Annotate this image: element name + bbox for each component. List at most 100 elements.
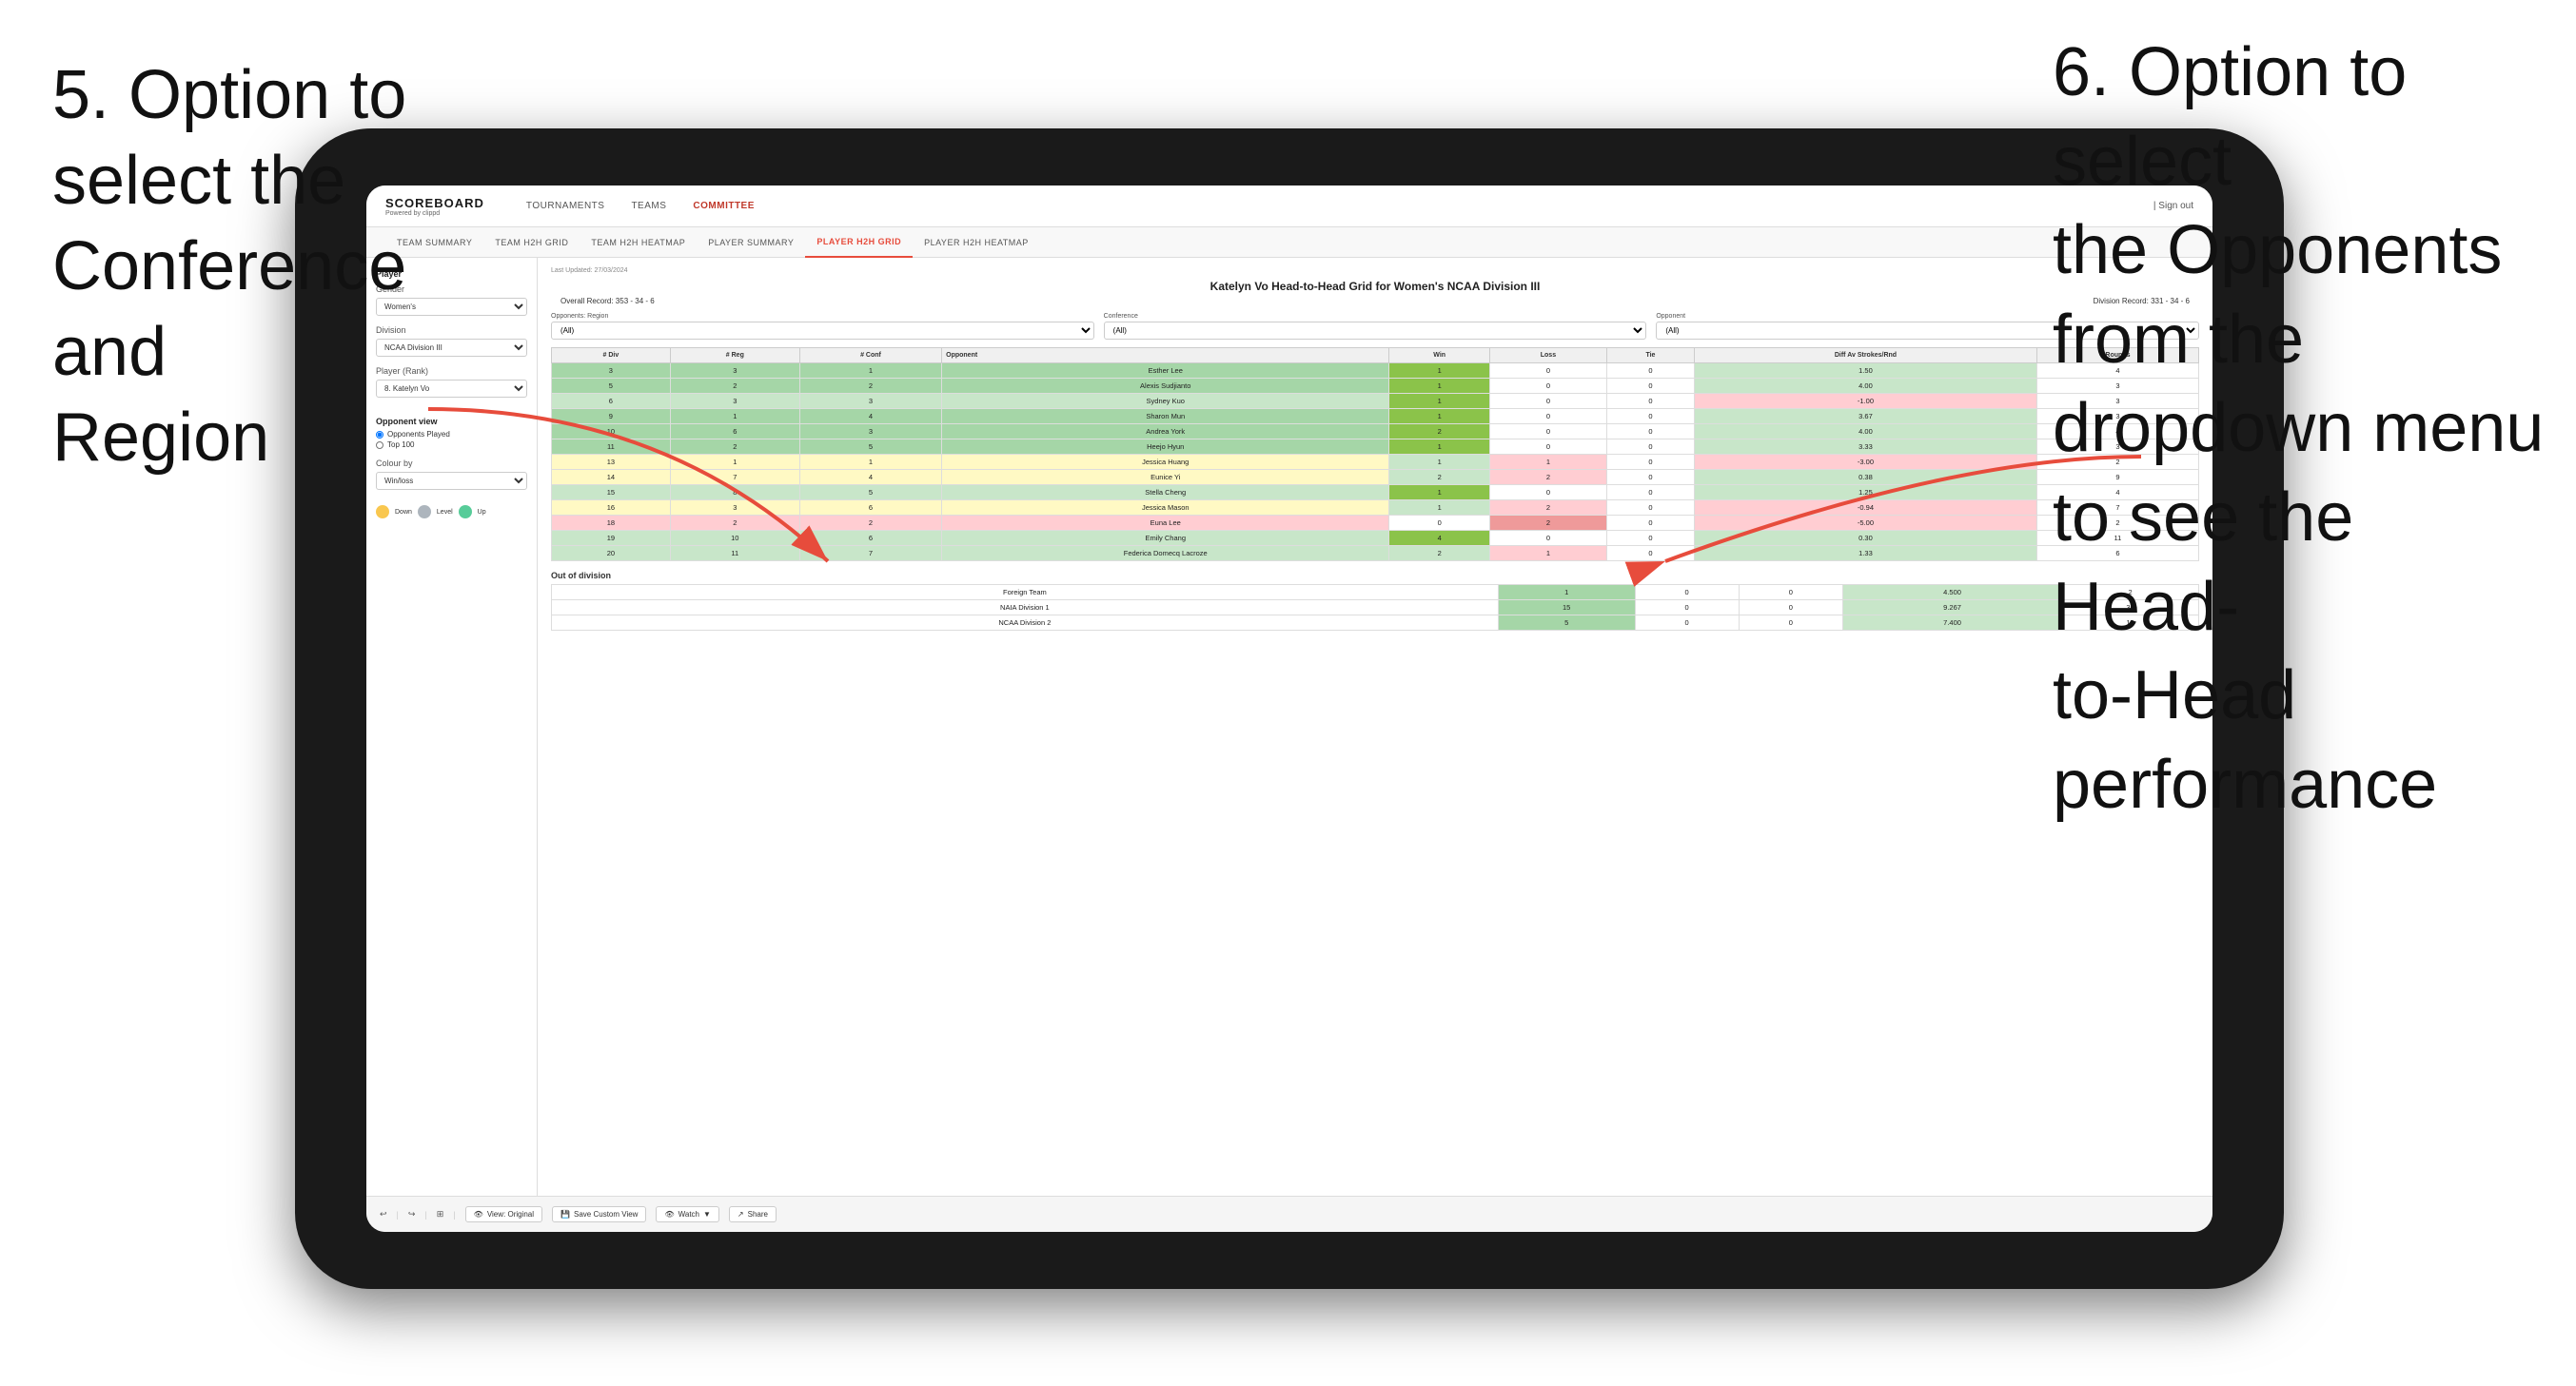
td-diff: 1.25: [1695, 485, 2037, 500]
filter-row: Opponents: Region (All) Conference (All): [551, 313, 2199, 340]
nav-committee[interactable]: COMMITTEE: [679, 185, 768, 227]
annotation-left: 5. Option to select the Conference and R…: [52, 52, 528, 480]
copy-icon[interactable]: ⊞: [437, 1209, 444, 1220]
th-loss: Loss: [1489, 348, 1606, 363]
table-row: 10 6 3 Andrea York 2 0 0 4.00 4: [552, 424, 2199, 439]
eye-icon: 👁: [474, 1210, 483, 1219]
td-div: 19: [552, 531, 671, 546]
app-header: SCOREBOARD Powered by clippd TOURNAMENTS…: [366, 185, 2212, 227]
table-row: 11 2 5 Heejo Hyun 1 0 0 3.33 3: [552, 439, 2199, 455]
td-div: 15: [552, 485, 671, 500]
td-tie: 0: [1606, 424, 1694, 439]
share-btn[interactable]: ↗ Share: [729, 1206, 777, 1222]
td-opponent: Andrea York: [942, 424, 1389, 439]
td-conf: 7: [799, 546, 941, 561]
td-loss: 1: [1489, 546, 1606, 561]
records-row: Overall Record: 353 - 34 - 6 Division Re…: [551, 297, 2199, 305]
down-dot: [376, 505, 389, 518]
td-loss: 0: [1489, 424, 1606, 439]
up-label: Up: [478, 509, 486, 516]
table-row: 14 7 4 Eunice Yi 2 2 0 0.38 9: [552, 470, 2199, 485]
subnav-player-h2h-heatmap[interactable]: PLAYER H2H HEATMAP: [913, 227, 1040, 258]
separator2: |: [424, 1210, 426, 1220]
td-reg: 1: [670, 455, 799, 470]
td-opponent: Sharon Mun: [942, 409, 1389, 424]
view-original-btn[interactable]: 👁 View: Original: [465, 1206, 542, 1222]
conference-select[interactable]: (All): [1104, 322, 1647, 340]
table-row: 15 8 5 Stella Cheng 1 0 0 1.25 4: [552, 485, 2199, 500]
th-win: Win: [1389, 348, 1490, 363]
table-row: 18 2 2 Euna Lee 0 2 0 -5.00 2: [552, 516, 2199, 531]
td-reg: 11: [670, 546, 799, 561]
td-win: 2: [1389, 546, 1490, 561]
td-out-label: NCAA Division 2: [552, 615, 1499, 631]
td-div: 16: [552, 500, 671, 516]
region-filter: Opponents: Region (All): [551, 313, 1094, 340]
region-select[interactable]: (All): [551, 322, 1094, 340]
td-opponent: Alexis Sudjianto: [942, 379, 1389, 394]
conference-filter-label: Conference: [1104, 313, 1647, 320]
td-reg: 2: [670, 439, 799, 455]
td-opponent: Jessica Mason: [942, 500, 1389, 516]
td-tie: 0: [1606, 531, 1694, 546]
td-div: 13: [552, 455, 671, 470]
td-loss: 0: [1489, 379, 1606, 394]
td-diff: -5.00: [1695, 516, 2037, 531]
td-tie: 0: [1606, 500, 1694, 516]
td-div: 14: [552, 470, 671, 485]
td-loss: 0: [1489, 409, 1606, 424]
share-icon: ↗: [737, 1210, 744, 1219]
td-out-tie: 0: [1739, 585, 1842, 600]
td-out-diff: 7.400: [1842, 615, 2061, 631]
td-win: 1: [1389, 439, 1490, 455]
save-custom-btn[interactable]: 💾 Save Custom View: [552, 1206, 646, 1222]
td-conf: 6: [799, 500, 941, 516]
overall-record: Overall Record: 353 - 34 - 6: [560, 297, 655, 305]
td-conf: 3: [799, 424, 941, 439]
td-opponent: Jessica Huang: [942, 455, 1389, 470]
td-loss: 1: [1489, 455, 1606, 470]
watch-btn[interactable]: 👁 Watch ▼: [656, 1206, 718, 1222]
nav-tournaments[interactable]: TOURNAMENTS: [513, 185, 619, 227]
last-updated: Last Updated: 27/03/2024: [551, 267, 2199, 274]
subnav-player-summary[interactable]: PLAYER SUMMARY: [697, 227, 805, 258]
subnav-team-h2h-heatmap[interactable]: TEAM H2H HEATMAP: [580, 227, 697, 258]
td-win: 1: [1389, 394, 1490, 409]
td-opponent: Eunice Yi: [942, 470, 1389, 485]
td-reg: 2: [670, 379, 799, 394]
td-reg: 3: [670, 363, 799, 379]
td-tie: 0: [1606, 516, 1694, 531]
redo-icon[interactable]: ↪: [408, 1209, 416, 1220]
td-div: 10: [552, 424, 671, 439]
td-reg: 8: [670, 485, 799, 500]
undo-icon[interactable]: ↩: [380, 1209, 387, 1220]
td-diff: 0.30: [1695, 531, 2037, 546]
td-conf: 1: [799, 363, 941, 379]
sub-nav: TEAM SUMMARY TEAM H2H GRID TEAM H2H HEAT…: [366, 227, 2212, 258]
table-row: 13 1 1 Jessica Huang 1 1 0 -3.00 2: [552, 455, 2199, 470]
td-loss: 0: [1489, 531, 1606, 546]
td-win: 1: [1389, 455, 1490, 470]
td-out-diff: 4.500: [1842, 585, 2061, 600]
td-diff: -3.00: [1695, 455, 2037, 470]
td-loss: 2: [1489, 500, 1606, 516]
td-win: 1: [1389, 409, 1490, 424]
subnav-player-h2h-grid[interactable]: PLAYER H2H GRID: [805, 227, 913, 258]
level-dot: [418, 505, 431, 518]
nav-teams[interactable]: TEAMS: [618, 185, 679, 227]
td-opponent: Stella Cheng: [942, 485, 1389, 500]
td-loss: 0: [1489, 394, 1606, 409]
content-area: Last Updated: 27/03/2024 Katelyn Vo Head…: [538, 258, 2212, 1196]
td-reg: 7: [670, 470, 799, 485]
save-icon: 💾: [560, 1210, 570, 1219]
td-conf: 1: [799, 455, 941, 470]
tablet-frame: SCOREBOARD Powered by clippd TOURNAMENTS…: [295, 128, 2284, 1289]
down-label: Down: [395, 509, 412, 516]
td-out-win: 5: [1498, 615, 1635, 631]
color-legend: Down Level Up: [376, 505, 527, 518]
td-opponent: Euna Lee: [942, 516, 1389, 531]
out-table-row: Foreign Team 1 0 0 4.500 2: [552, 585, 2199, 600]
level-label: Level: [437, 509, 453, 516]
td-win: 1: [1389, 379, 1490, 394]
separator3: |: [453, 1210, 455, 1220]
